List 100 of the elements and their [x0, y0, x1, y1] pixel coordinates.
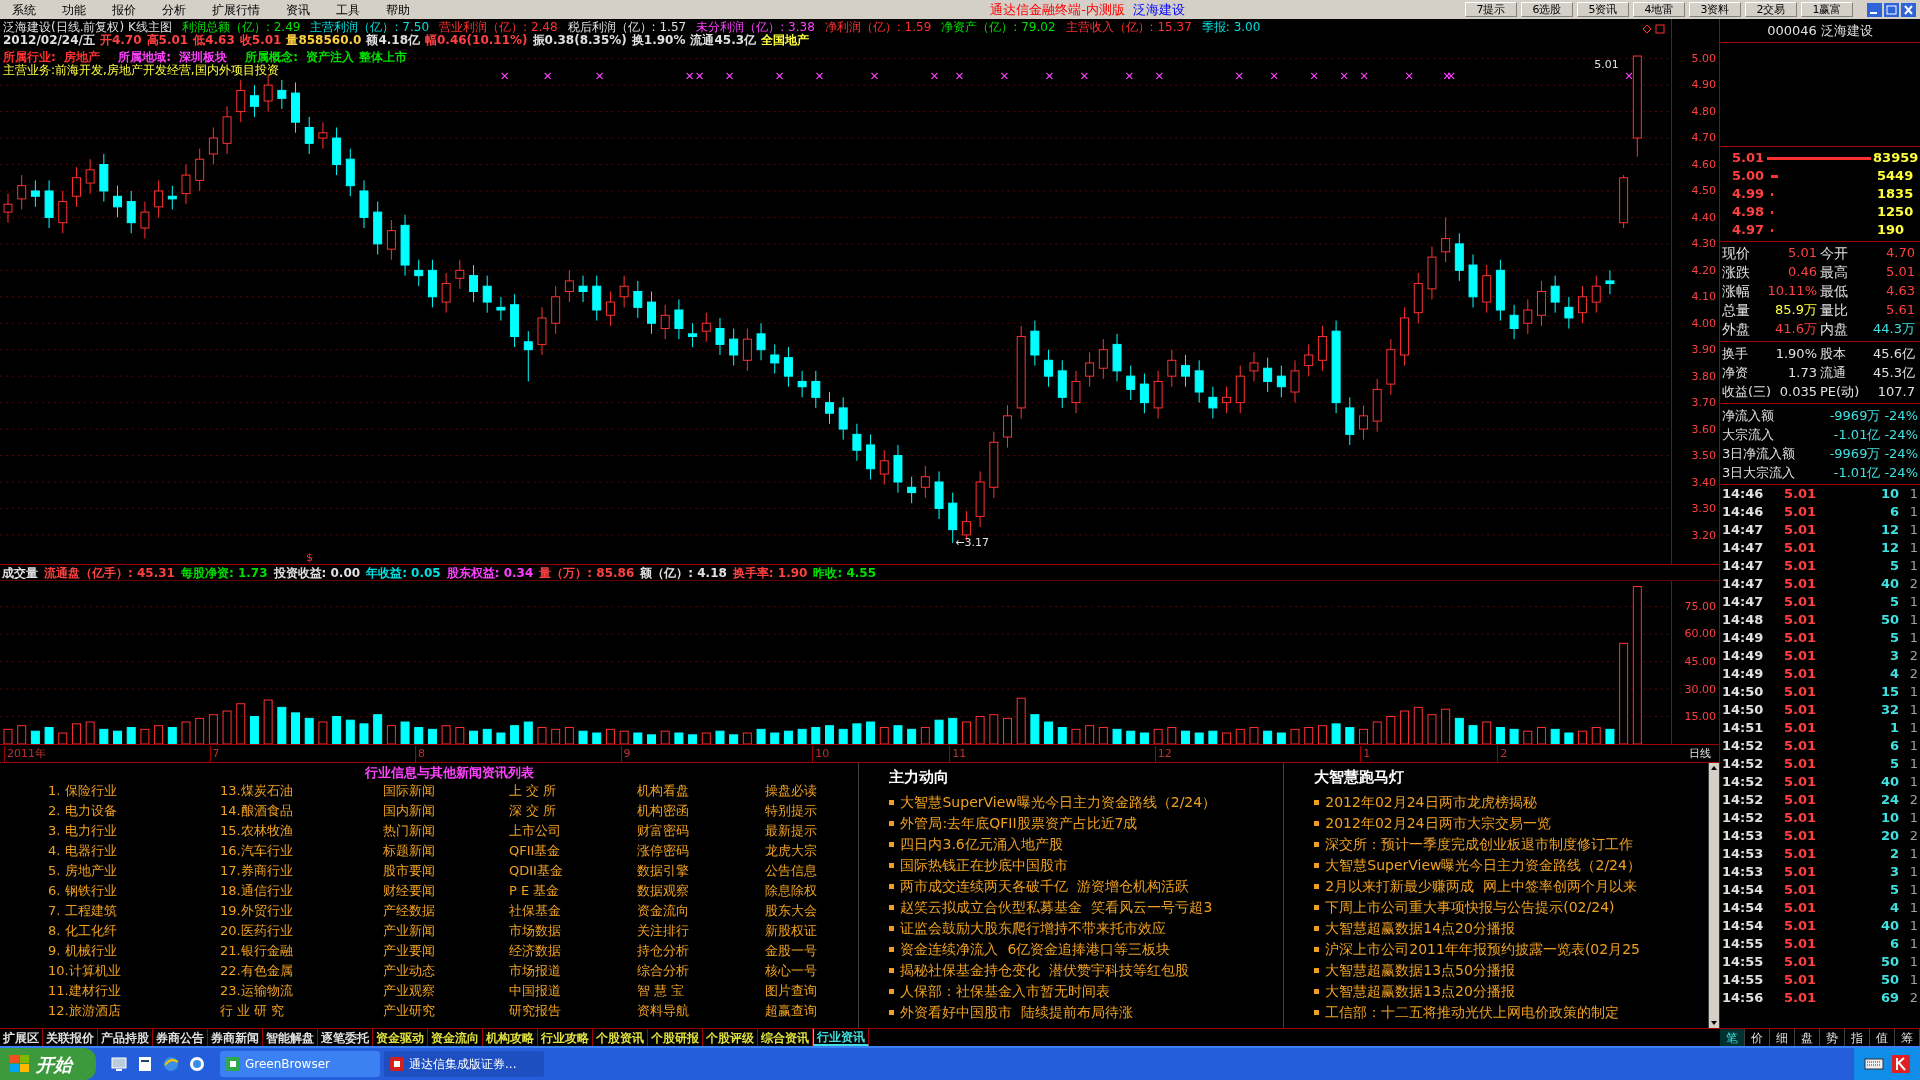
menu-item[interactable]: 扩展行情	[212, 0, 260, 19]
category-link[interactable]: 特别提示	[765, 801, 817, 821]
news-headline[interactable]: 国际热钱正在抄底中国股市	[900, 855, 1069, 876]
category-link[interactable]: 产业研究	[383, 1001, 435, 1021]
category-link[interactable]: 中国报道	[509, 981, 561, 1001]
category-link[interactable]: 17.券商行业	[220, 861, 293, 881]
menu-item[interactable]: 帮助	[386, 0, 410, 19]
category-link[interactable]: 4. 电器行业	[48, 841, 117, 861]
category-link[interactable]: 除息除权	[765, 881, 817, 901]
start-button[interactable]: 开始	[0, 1048, 96, 1080]
category-link[interactable]: 市场数据	[509, 921, 561, 941]
category-link[interactable]: 9. 机械行业	[48, 941, 117, 961]
category-link[interactable]: 最新提示	[765, 821, 817, 841]
category-link[interactable]: 2. 电力设备	[48, 801, 117, 821]
info-tab[interactable]: 行业资讯	[813, 1029, 869, 1046]
category-link[interactable]: 机构看盘	[637, 781, 689, 801]
news-headline[interactable]: 大智慧SuperView曝光今日主力资金路线（2/24）	[1325, 855, 1641, 876]
category-link[interactable]: 综合分析	[637, 961, 689, 981]
toolbar-button[interactable]: 7提示	[1465, 2, 1517, 17]
category-link[interactable]: 图片查询	[765, 981, 817, 1001]
news-headline[interactable]: 2012年02月24日两市大宗交易一览	[1325, 813, 1551, 834]
category-link[interactable]: 23.运输物流	[220, 981, 293, 1001]
category-link[interactable]: 社保基金	[509, 901, 561, 921]
category-link[interactable]: 资金流向	[637, 901, 689, 921]
info-tab[interactable]: 逐笔委托	[318, 1029, 373, 1046]
category-link[interactable]: 持仓分析	[637, 941, 689, 961]
category-link[interactable]: 涨停密码	[637, 841, 689, 861]
category-link[interactable]: 19.外贸行业	[220, 901, 293, 921]
category-link[interactable]: 上市公司	[509, 821, 561, 841]
category-link[interactable]: 产业动态	[383, 961, 435, 981]
category-link[interactable]: 数据引擎	[637, 861, 689, 881]
menu-item[interactable]: 资讯	[286, 0, 310, 19]
category-link[interactable]: 13.煤炭石油	[220, 781, 293, 801]
category-link[interactable]: 热门新闻	[383, 821, 435, 841]
category-link[interactable]: 智 慧 宝	[637, 981, 685, 1001]
news-headline[interactable]: 人保部：社保基金入市暂无时间表	[900, 981, 1111, 1002]
news-headline[interactable]: 外管局:去年底QFII股票资产占比近7成	[900, 813, 1138, 834]
toolbar-button[interactable]: 5资讯	[1577, 2, 1629, 17]
menu-item[interactable]: 系统	[12, 0, 36, 19]
news-headline[interactable]: 大智慧超赢数据14点20分播报	[1325, 918, 1515, 939]
category-link[interactable]: 20.医药行业	[220, 921, 293, 941]
category-link[interactable]: 产业新闻	[383, 921, 435, 941]
info-tab[interactable]: 关联报价	[43, 1029, 98, 1046]
category-link[interactable]: P E 基金	[509, 881, 560, 901]
category-link[interactable]: 研究报告	[509, 1001, 561, 1021]
news-headline[interactable]: 工信部：十二五将推动光伏上网电价政策的制定	[1325, 1002, 1620, 1023]
category-link[interactable]: 深 交 所	[509, 801, 557, 821]
category-link[interactable]: QDII基金	[509, 861, 563, 881]
category-link[interactable]: QFII基金	[509, 841, 561, 861]
info-tab[interactable]: 综合资讯	[758, 1029, 813, 1046]
category-link[interactable]: 国际新闻	[383, 781, 435, 801]
news-headline[interactable]: 大智慧超赢数据13点20分播报	[1325, 981, 1515, 1002]
category-link[interactable]: 10.计算机业	[48, 961, 121, 981]
category-link[interactable]: 11.建材行业	[48, 981, 121, 1001]
news-headline[interactable]: 沪深上市公司2011年年报预约披露一览表(02月25	[1325, 939, 1640, 960]
category-link[interactable]: 股市要闻	[383, 861, 435, 881]
category-link[interactable]: 7. 工程建筑	[48, 901, 117, 921]
toolbar-button[interactable]: 6选股	[1521, 2, 1573, 17]
category-link[interactable]: 标题新闻	[383, 841, 435, 861]
info-tab[interactable]: 扩展区	[0, 1029, 43, 1046]
toolbar-button[interactable]: 3资料	[1689, 2, 1741, 17]
category-link[interactable]: 5. 房地产业	[48, 861, 117, 881]
category-link[interactable]: 14.酿酒食品	[220, 801, 293, 821]
category-link[interactable]: 金股一号	[765, 941, 817, 961]
news-headline[interactable]: 四日内3.6亿元涌入地产股	[900, 834, 1063, 855]
menu-item[interactable]: 分析	[162, 0, 186, 19]
menu-item[interactable]: 报价	[112, 0, 136, 19]
info-tab[interactable]: 产品持股	[98, 1029, 153, 1046]
category-link[interactable]: 市场报道	[509, 961, 561, 981]
news-headline[interactable]: 证监会鼓励大股东爬行增持不带来托市效应	[900, 918, 1167, 939]
category-link[interactable]: 18.通信行业	[220, 881, 293, 901]
news-headline[interactable]: 外资看好中国股市 陆续提前布局待涨	[900, 1002, 1134, 1023]
category-link[interactable]: 机构密函	[637, 801, 689, 821]
news-headline[interactable]: 大智慧超赢数据13点50分播报	[1325, 960, 1515, 981]
category-link[interactable]: 12.旅游酒店	[48, 1001, 121, 1021]
menu-item[interactable]: 工具	[336, 0, 360, 19]
info-tab[interactable]: 个股资讯	[593, 1029, 648, 1046]
info-tab[interactable]: 智能解盘	[263, 1029, 318, 1046]
category-link[interactable]: 6. 钢铁行业	[48, 881, 117, 901]
info-tab[interactable]: 券商新闻	[208, 1029, 263, 1046]
category-link[interactable]: 产业要闻	[383, 941, 435, 961]
category-link[interactable]: 资料导航	[637, 1001, 689, 1021]
info-tab[interactable]: 个股研报	[648, 1029, 703, 1046]
category-link[interactable]: 公告信息	[765, 861, 817, 881]
panel-tab[interactable]: 笔	[1720, 1029, 1745, 1046]
news-headline[interactable]: 2012年02月24日两市龙虎榜揭秘	[1325, 792, 1537, 813]
news-headline[interactable]: 深交所：预计一季度完成创业板退市制度修订工作	[1325, 834, 1634, 855]
category-link[interactable]: 新股权证	[765, 921, 817, 941]
news-headline[interactable]: 2月以来打新最少赚两成 网上中签率创两个月以来	[1325, 876, 1638, 897]
news-headline[interactable]: 下周上市公司重大事项快报与公告提示(02/24)	[1325, 897, 1615, 918]
category-link[interactable]: 财富密码	[637, 821, 689, 841]
category-link[interactable]: 3. 电力行业	[48, 821, 117, 841]
toolbar-button[interactable]: 4地雷	[1633, 2, 1685, 17]
news-headline[interactable]: 资金连续净流入 6亿资金追捧港口等三板块	[900, 939, 1171, 960]
category-link[interactable]: 22.有色金属	[220, 961, 293, 981]
category-link[interactable]: 8. 化工化纤	[48, 921, 117, 941]
news-headline[interactable]: 两市成交连续两天各破千亿 游资增仓机构活跃	[900, 876, 1190, 897]
news-headline[interactable]: 赵笑云拟成立合伙型私募基金 笑看风云一号亏超3	[900, 897, 1213, 918]
category-link[interactable]: 行 业 研 究	[220, 1001, 285, 1021]
category-link[interactable]: 产业观察	[383, 981, 435, 1001]
